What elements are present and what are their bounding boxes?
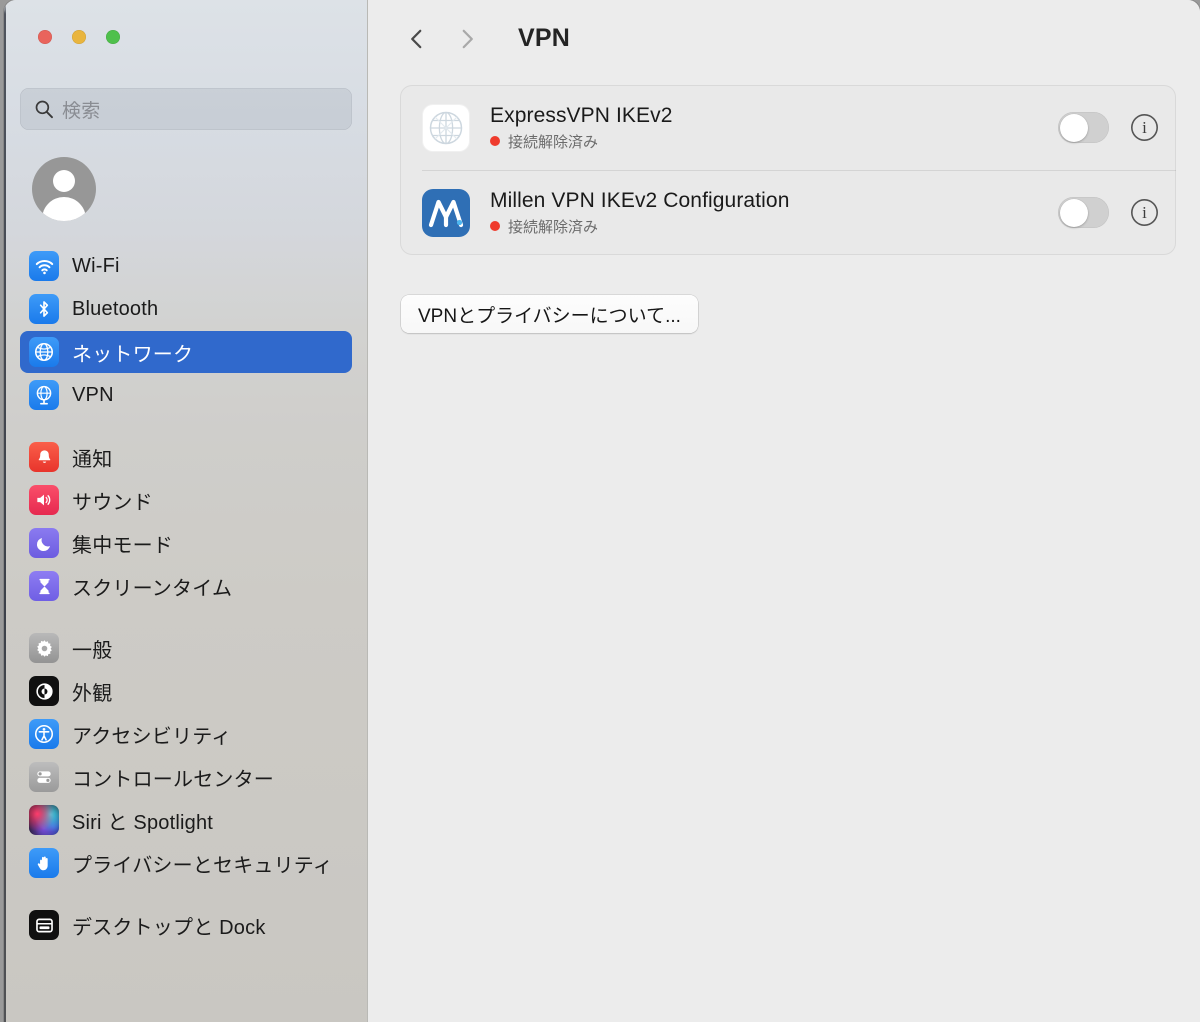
vpn-status: 接続解除済み [490, 131, 1058, 152]
info-icon[interactable]: i [1131, 199, 1158, 226]
chevron-left-icon [411, 29, 422, 49]
sidebar-item-label: プライバシーとセキュリティ [72, 854, 333, 877]
sidebar-item-label: デスクトップと Dock [72, 916, 266, 939]
vpn-toggle[interactable] [1058, 197, 1109, 228]
vpn-info: Millen VPN IKEv2 Configuration 接続解除済み [490, 189, 1058, 237]
sidebar-item-focus[interactable]: 集中モード [20, 522, 352, 564]
vpn-name: Millen VPN IKEv2 Configuration [490, 188, 790, 212]
sidebar: 検索 Wi-Fi Bluetooth ネットワーク VPN 通知 サウンド 集中… [4, 0, 368, 1022]
sidebar-item-vpn[interactable]: VPN [20, 374, 352, 416]
hourglass-icon [29, 571, 59, 601]
search-placeholder: 検索 [62, 100, 101, 122]
speaker-icon [29, 485, 59, 515]
control-center-icon [29, 762, 59, 792]
sidebar-item-label: 通知 [72, 448, 113, 471]
sidebar-group-system: 一般 外観 アクセシビリティ コントロールセンター Siri と Spotlig… [4, 627, 367, 884]
gear-icon [29, 633, 59, 663]
sidebar-nav: Wi-Fi Bluetooth ネットワーク VPN 通知 サウンド 集中モード… [4, 244, 367, 966]
network-globe-icon [29, 337, 59, 367]
vpn-globe-icon [29, 380, 59, 410]
screen: 検索 Wi-Fi Bluetooth ネットワーク VPN 通知 サウンド 集中… [0, 0, 1200, 1022]
avatar[interactable] [32, 157, 96, 221]
sidebar-item-label: ネットワーク [72, 343, 194, 366]
close-button[interactable] [38, 30, 52, 44]
back-button[interactable] [400, 22, 434, 56]
vpn-list: ExpressVPN IKEv2 接続解除済み i Millen VPN IKE… [400, 85, 1176, 255]
search-input[interactable]: 検索 [20, 88, 352, 130]
sidebar-item-bluetooth[interactable]: Bluetooth [20, 288, 352, 330]
sidebar-item-label: アクセシビリティ [72, 725, 232, 748]
sidebar-item-wifi[interactable]: Wi-Fi [20, 245, 352, 287]
system-settings-window: 検索 Wi-Fi Bluetooth ネットワーク VPN 通知 サウンド 集中… [4, 0, 1200, 1022]
privacy-hand-icon [29, 848, 59, 878]
sidebar-item-control-center[interactable]: コントロールセンター [20, 756, 352, 798]
content-pane: VPN ExpressVPN IKEv2 接続解除済み i Millen VPN… [368, 0, 1200, 1022]
vpn-status: 接続解除済み [490, 216, 1058, 237]
status-dot-disconnected [490, 221, 500, 231]
millen-vpn-icon [422, 188, 470, 237]
appearance-contrast-icon [29, 676, 59, 706]
sidebar-group-alerts: 通知 サウンド 集中モード スクリーンタイム [4, 436, 367, 607]
forward-button[interactable] [450, 22, 484, 56]
sidebar-item-screentime[interactable]: スクリーンタイム [20, 565, 352, 607]
sidebar-item-privacy-security[interactable]: プライバシーとセキュリティ [20, 842, 352, 884]
sidebar-item-desktop-dock[interactable]: デスクトップと Dock [20, 904, 352, 946]
vpn-row-millen[interactable]: Millen VPN IKEv2 Configuration 接続解除済み i [400, 170, 1176, 255]
sidebar-item-siri-spotlight[interactable]: Siri と Spotlight [20, 799, 352, 841]
vpn-toggle[interactable] [1058, 112, 1109, 143]
sidebar-item-label: スクリーンタイム [72, 577, 233, 600]
sidebar-item-label: 集中モード [72, 534, 173, 557]
sidebar-item-network[interactable]: ネットワーク [20, 331, 352, 373]
expressvpn-globe-icon [422, 103, 470, 152]
sidebar-item-label: Bluetooth [72, 297, 159, 320]
search-icon [34, 99, 54, 119]
sidebar-item-label: コントロールセンター [72, 768, 274, 791]
toggle-knob [1059, 198, 1088, 227]
sidebar-item-accessibility[interactable]: アクセシビリティ [20, 713, 352, 755]
sidebar-item-label: 一般 [72, 639, 113, 662]
wifi-icon [29, 251, 59, 281]
sidebar-item-label: 外観 [72, 682, 113, 705]
sidebar-item-label: Siri と Spotlight [72, 811, 214, 834]
avatar-body [42, 197, 86, 221]
siri-icon [29, 805, 59, 835]
vpn-name: ExpressVPN IKEv2 [490, 103, 673, 127]
vpn-info: ExpressVPN IKEv2 接続解除済み [490, 104, 1058, 152]
desktop-dock-icon [29, 910, 59, 940]
moon-icon [29, 528, 59, 558]
sidebar-item-label: VPN [72, 383, 114, 406]
sidebar-item-appearance[interactable]: 外観 [20, 670, 352, 712]
sidebar-group-network: Wi-Fi Bluetooth ネットワーク VPN [4, 245, 367, 416]
sidebar-item-label: サウンド [72, 491, 153, 514]
minimize-button[interactable] [72, 30, 86, 44]
window-controls [38, 30, 120, 44]
chevron-right-icon [462, 29, 473, 49]
sidebar-item-general[interactable]: 一般 [20, 627, 352, 669]
sidebar-item-sound[interactable]: サウンド [20, 479, 352, 521]
status-dot-disconnected [490, 136, 500, 146]
maximize-button[interactable] [106, 30, 120, 44]
sidebar-item-label: Wi-Fi [72, 254, 120, 277]
vpn-row-expressvpn[interactable]: ExpressVPN IKEv2 接続解除済み i [400, 85, 1176, 170]
info-icon[interactable]: i [1131, 114, 1158, 141]
page-title: VPN [518, 24, 571, 52]
bell-icon [29, 442, 59, 472]
sidebar-group-desktop: デスクトップと Dock [4, 904, 367, 946]
toolbar: VPN [368, 0, 1200, 78]
vpn-status-label: 接続解除済み [508, 218, 599, 236]
about-vpn-privacy-button[interactable]: VPNとプライバシーについて... [401, 295, 698, 333]
sidebar-item-notifications[interactable]: 通知 [20, 436, 352, 478]
avatar-head [53, 170, 75, 192]
accessibility-icon [29, 719, 59, 749]
bluetooth-icon [29, 294, 59, 324]
toggle-knob [1059, 113, 1088, 142]
vpn-status-label: 接続解除済み [508, 133, 599, 151]
